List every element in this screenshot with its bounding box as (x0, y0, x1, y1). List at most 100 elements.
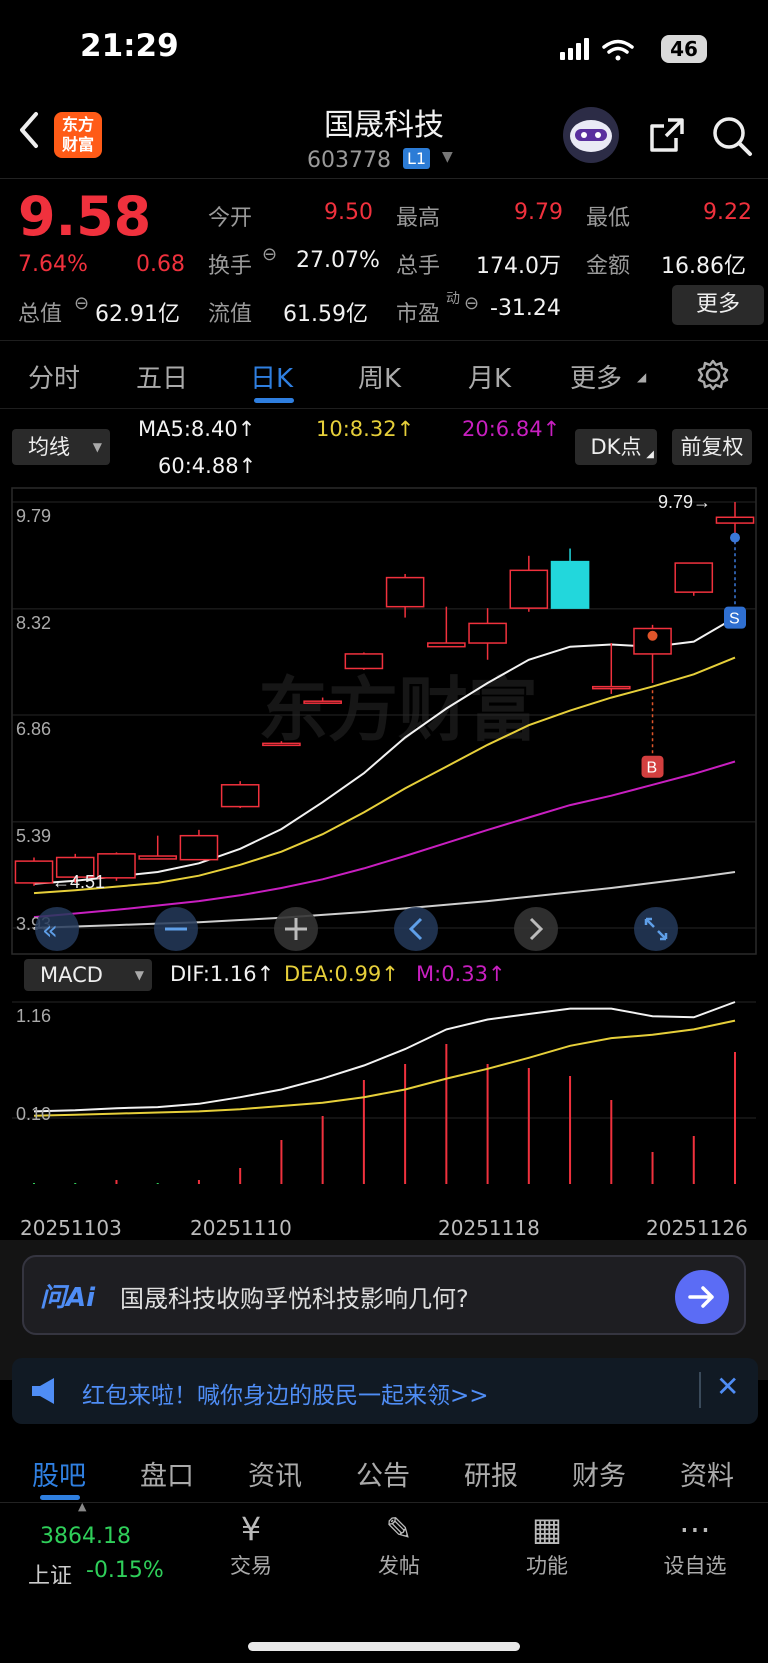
candle-body (138, 855, 178, 860)
tab-profile[interactable]: 资料 (680, 1454, 734, 1493)
nav-post[interactable]: ✎ 发帖 (354, 1510, 444, 1580)
tab-forum[interactable]: 股吧 (32, 1454, 86, 1493)
scroll-left-fast-button: « (35, 907, 79, 951)
yen-exchange-icon: ¥ (240, 1510, 262, 1548)
y-tick-label: 5.39 (16, 826, 51, 846)
ma10-readout: 10:8.32↑ (316, 417, 415, 441)
candle-body (715, 516, 755, 524)
active-tab-indicator (254, 398, 294, 403)
corner-caret-icon: ◢ (646, 449, 654, 460)
notice-banner[interactable]: 红包来啦！喊你身边的股民一起来领>> ✕ (12, 1358, 758, 1424)
more-dots-icon: ⋯ (679, 1510, 711, 1548)
macd-chart[interactable]: 1.16 0.10 (0, 994, 768, 1184)
stock-code: 603778 (307, 148, 391, 173)
info-icon[interactable]: ⊖ (464, 293, 479, 314)
nav-functions[interactable]: ▦ 功能 (502, 1510, 592, 1580)
svg-text:«: « (42, 916, 58, 946)
share-icon[interactable] (646, 114, 688, 156)
divider (0, 340, 768, 341)
tab-news[interactable]: 资讯 (248, 1454, 302, 1493)
tab-announcements[interactable]: 公告 (356, 1454, 410, 1493)
battery-indicator: 46 (661, 35, 707, 63)
current-price: 9.58 (18, 185, 152, 248)
candle-body (344, 653, 384, 670)
submit-arrow-icon[interactable] (674, 1269, 730, 1325)
caret-down-icon[interactable]: ▼ (442, 149, 453, 165)
index-name[interactable]: 上证 (28, 1558, 72, 1590)
ma20-line (33, 760, 736, 919)
nav-trade[interactable]: ¥ 交易 (206, 1510, 296, 1580)
caret-down-icon: ▼ (134, 968, 144, 982)
high-label: 最高 (396, 206, 441, 231)
high-value: 9.79 (514, 200, 563, 225)
ma60-readout: 60:4.88↑ (158, 454, 257, 478)
adjust-button[interactable]: 前复权 (672, 429, 752, 465)
chart-controls: « (35, 907, 678, 951)
low-label: 最低 (586, 206, 631, 231)
tab-more[interactable]: 更多 (570, 358, 622, 395)
ma5-readout: MA5:8.40↑ (138, 417, 256, 441)
wifi-icon (602, 39, 634, 61)
y-tick-label: 9.79 (16, 506, 51, 526)
nav-add-watchlist[interactable]: ⋯ 设自选 (650, 1510, 740, 1580)
tab-weekly-k[interactable]: 周K (358, 358, 401, 395)
tab-research[interactable]: 研报 (464, 1454, 518, 1493)
status-icons (560, 38, 634, 61)
indicator-selector-label: 均线 (28, 435, 70, 459)
megaphone-icon (32, 1378, 54, 1404)
kline-chart[interactable]: 东方财富 9.798.326.865.393.93 9.79→←4.51BS (0, 486, 768, 956)
macd-selector[interactable]: MACD ▼ (24, 959, 152, 991)
edit-icon: ✎ (385, 1510, 413, 1548)
pe-label: 市盈 (396, 302, 441, 327)
info-icon[interactable]: ⊖ (74, 293, 89, 314)
dif-line (33, 1001, 736, 1113)
m-readout: M:0.33↑ (416, 962, 506, 986)
open-value: 9.50 (324, 200, 373, 225)
tab-financials[interactable]: 财务 (572, 1454, 626, 1493)
status-time: 21:29 (80, 28, 179, 64)
x-tick-label: 20251103 (20, 1216, 122, 1240)
candle-body (427, 642, 466, 648)
sell-marker-label: S (729, 611, 740, 628)
index-change[interactable]: -0.15% (86, 1558, 164, 1583)
tab-intraday[interactable]: 分时 (28, 358, 80, 395)
close-icon[interactable]: ✕ (716, 1370, 739, 1403)
tab-five-day[interactable]: 五日 (136, 358, 188, 395)
indicator-selector[interactable]: 均线 ▼ (12, 429, 110, 465)
change-percent: 7.64% (18, 252, 88, 277)
ai-question-bar[interactable]: 问Ai 国晟科技收购孚悦科技影响几何? (22, 1255, 746, 1335)
signal-icon (560, 38, 589, 60)
dk-point-button[interactable]: DK点 ◢ (575, 429, 657, 465)
dk-point-label: DK点 (590, 435, 642, 459)
tab-daily-k[interactable]: 日K (250, 358, 293, 395)
robot-avatar-icon[interactable] (562, 106, 620, 164)
index-value[interactable]: 3864.18 (40, 1524, 131, 1549)
ai-question-text: 国晟科技收购孚悦科技影响几何? (120, 1285, 469, 1313)
float-cap-value: 61.59亿 (283, 302, 368, 327)
settings-gear-icon[interactable] (696, 358, 730, 392)
market-cap-label: 总值 (18, 302, 63, 327)
info-icon[interactable]: ⊖ (262, 244, 277, 265)
ma20-readout: 20:6.84↑ (462, 417, 561, 441)
y-tick-label: 0.10 (16, 1104, 51, 1124)
candle-body (385, 576, 425, 608)
nav-post-label: 发帖 (378, 1554, 420, 1578)
tab-monthly-k[interactable]: 月K (468, 358, 511, 395)
caret-down-icon: ▼ (92, 440, 102, 454)
pe-superscript: 动 (446, 291, 460, 307)
x-axis: 20251103 20251110 20251118 20251126 (12, 1216, 756, 1240)
candle-body (179, 834, 219, 861)
tab-order-book[interactable]: 盘口 (140, 1454, 194, 1493)
macd-selector-label: MACD (40, 963, 103, 987)
divider (0, 1502, 768, 1503)
candle-body (550, 560, 590, 609)
zoom-in-button (274, 907, 318, 951)
nav-trade-label: 交易 (230, 1554, 272, 1578)
more-button[interactable]: 更多 (672, 285, 764, 325)
y-tick-label: 6.86 (16, 719, 51, 739)
scroll-right-button (514, 907, 558, 951)
level-badge[interactable]: L1 (403, 148, 431, 169)
candle-body (591, 685, 631, 690)
notice-text: 红包来啦！喊你身边的股民一起来领>> (82, 1383, 489, 1409)
search-icon[interactable] (710, 114, 754, 158)
